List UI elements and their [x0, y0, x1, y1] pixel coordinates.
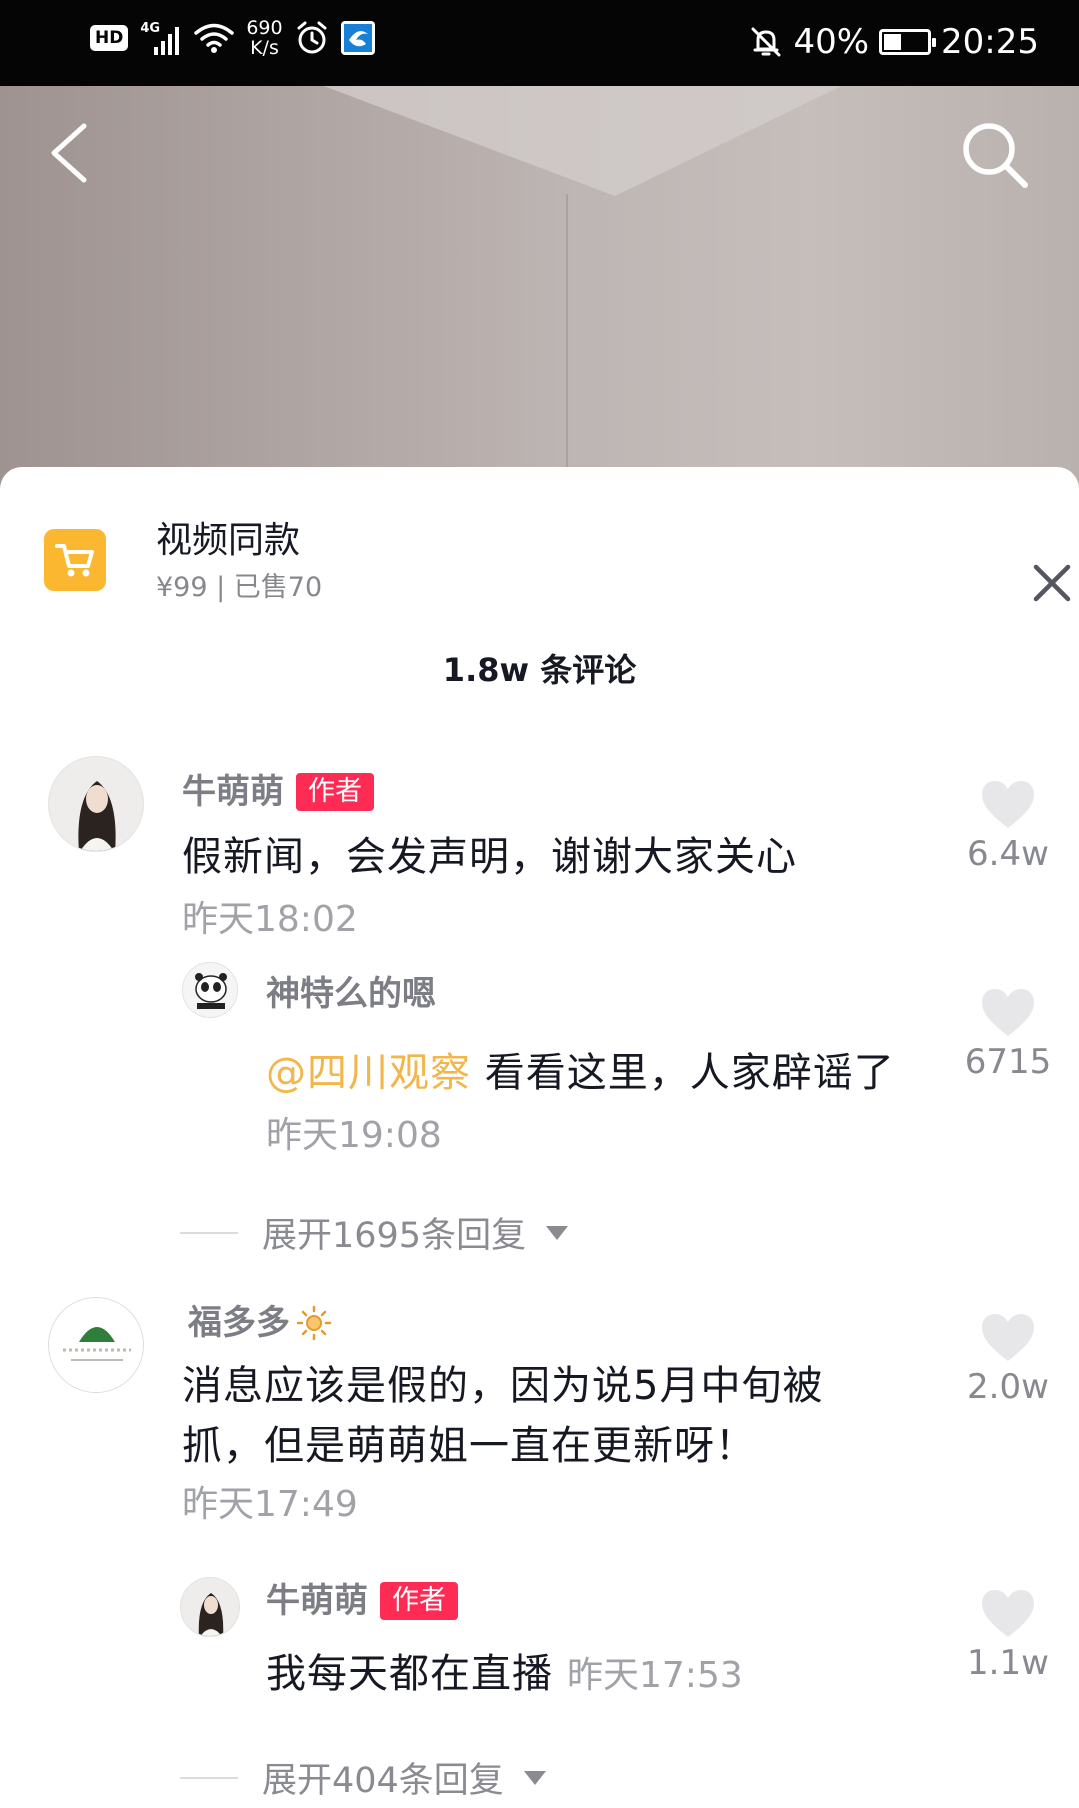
- avatar[interactable]: [180, 1577, 240, 1637]
- divider-line: [180, 1776, 238, 1779]
- comment-item: 福多多 消息应该是假的，因为说5月中旬被 抓，但是萌萌姐一直在更新呀！ 昨天17…: [0, 1297, 1079, 1717]
- like-count: 6.4w: [967, 834, 1049, 874]
- like-count: 6715: [964, 1042, 1052, 1082]
- product-price-sales: ¥99 | 已售70: [156, 572, 323, 603]
- reply-text: @四川观察 看看这里，人家辟谣了: [266, 1044, 895, 1102]
- video-wall-corner: [566, 194, 568, 506]
- reply-time: 昨天17:53: [567, 1655, 743, 1696]
- battery-level: [884, 34, 902, 50]
- video-background[interactable]: [0, 86, 1079, 506]
- reply-time: 昨天19:08: [266, 1115, 442, 1156]
- author-badge: 作者: [296, 773, 374, 811]
- heart-icon: [982, 781, 1034, 828]
- status-bar: HD 4G 690 K/s 40% 20:25: [0, 0, 1079, 86]
- like-count: 2.0w: [967, 1367, 1049, 1407]
- caret-down-icon: [523, 1770, 546, 1785]
- close-icon[interactable]: [1026, 557, 1078, 609]
- reply-username[interactable]: 牛萌萌 作者: [266, 1579, 458, 1623]
- network-speed-unit: K/s: [250, 37, 279, 59]
- username-text: 牛萌萌: [182, 772, 284, 812]
- reply-text-body: 看看这里，人家辟谣了: [471, 1050, 895, 1096]
- sun-icon: [296, 1305, 332, 1341]
- comment-username[interactable]: 牛萌萌 作者: [182, 770, 374, 814]
- wifi-icon: [194, 23, 235, 53]
- clock: 20:25: [941, 22, 1039, 62]
- alarm-icon: [297, 21, 327, 54]
- signal-icon: 4G: [140, 21, 182, 55]
- divider-line: [180, 1231, 238, 1234]
- like-button[interactable]: 6.4w: [958, 780, 1058, 874]
- author-badge: 作者: [380, 1582, 458, 1620]
- comment-count-title: 1.8w 条评论: [442, 651, 637, 689]
- mute-icon: [751, 27, 781, 57]
- video-ceiling: [323, 86, 842, 196]
- heart-icon: [982, 1590, 1034, 1637]
- comment-text-line: 消息应该是假的，因为说5月中旬被: [182, 1363, 824, 1409]
- reply-text: 我每天都在直播 昨天17:53: [266, 1645, 743, 1705]
- comment-text: 假新闻，会发声明，谢谢大家关心: [182, 834, 797, 880]
- product-title: 视频同款: [156, 520, 301, 561]
- battery-percent: 40%: [793, 22, 870, 62]
- heart-icon: [982, 1314, 1034, 1361]
- hd-icon: HD: [90, 25, 129, 51]
- comment-item: 牛萌萌 作者 假新闻，会发声明，谢谢大家关心 昨天18:02 6.4w 神特么的…: [0, 752, 1079, 1156]
- like-count: 1.1w: [967, 1643, 1049, 1683]
- like-button[interactable]: 2.0w: [958, 1313, 1058, 1407]
- network-speed: 690 K/s: [246, 18, 282, 58]
- username-text: 福多多: [188, 1303, 290, 1343]
- network-type: 4G: [140, 21, 161, 36]
- expand-replies-button[interactable]: 展开404条回复: [180, 1752, 546, 1803]
- shopping-cart-icon: [44, 529, 106, 591]
- product-card[interactable]: 视频同款 ¥99 | 已售70: [44, 519, 1071, 609]
- expand-replies-label: 展开1695条回复: [262, 1216, 527, 1256]
- comment-text-line: 抓，但是萌萌姐一直在更新呀！: [182, 1423, 756, 1469]
- username-text: 牛萌萌: [266, 1581, 368, 1621]
- status-bar-right: 40% 20:25: [749, 22, 1039, 62]
- avatar[interactable]: [48, 756, 144, 852]
- comment-time: 昨天18:02: [182, 899, 358, 940]
- heart-icon: [982, 989, 1034, 1036]
- comments-sheet: 视频同款 ¥99 | 已售70 1.8w 条评论 牛萌萌 作者 假新闻，会发声明…: [0, 467, 1079, 1808]
- comment-username[interactable]: 福多多: [182, 1301, 332, 1345]
- network-speed-value: 690: [246, 17, 283, 39]
- battery-charging-icon: [879, 29, 937, 55]
- avatar[interactable]: [48, 1297, 144, 1393]
- expand-replies-button[interactable]: 展开1695条回复: [180, 1207, 569, 1258]
- mention-link[interactable]: @四川观察: [266, 1050, 471, 1096]
- reply-username[interactable]: 神特么的嗯: [266, 972, 436, 1016]
- caret-down-icon: [546, 1225, 569, 1240]
- like-button[interactable]: 6715: [958, 988, 1058, 1082]
- like-button[interactable]: 1.1w: [958, 1589, 1058, 1683]
- reply-text-body: 我每天都在直播: [266, 1651, 553, 1697]
- comment-time: 昨天17:49: [182, 1484, 358, 1525]
- expand-replies-label: 展开404条回复: [262, 1761, 504, 1801]
- search-icon[interactable]: [960, 120, 1030, 190]
- status-bar-left: HD 4G 690 K/s: [90, 18, 375, 58]
- avatar[interactable]: [182, 962, 238, 1018]
- chevron-left-icon[interactable]: [46, 120, 90, 186]
- app-notification-icon: [340, 21, 375, 55]
